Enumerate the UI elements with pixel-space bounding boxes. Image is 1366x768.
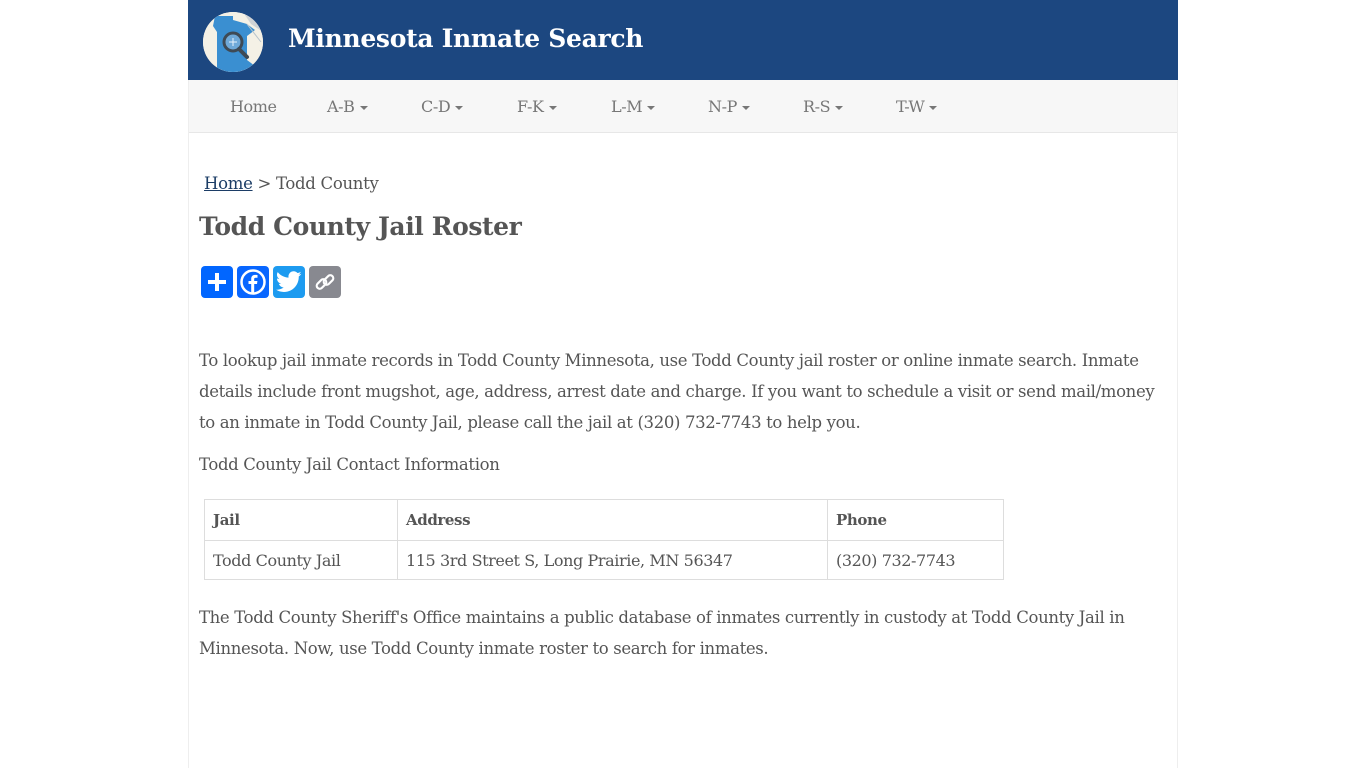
copy-link-button[interactable] [309,266,341,298]
breadcrumb: Home > Todd County [204,174,379,193]
caret-down-icon [647,105,656,110]
caret-down-icon [741,105,750,110]
share-buttons [201,266,341,298]
nav-item-t-w[interactable]: T-W [896,97,938,116]
caret-down-icon [929,105,938,110]
contact-table: Jail Address Phone Todd County Jail 115 … [204,499,1004,580]
twitter-share-button[interactable] [273,266,305,298]
table-row: Todd County Jail 115 3rd Street S, Long … [204,540,1004,580]
main-navbar: Home A-B C-D F-K L-M N-P R-S T-W [189,80,1177,133]
nav-item-label: C-D [421,97,451,116]
nav-item-a-b[interactable]: A-B [327,97,368,116]
nav-item-n-p[interactable]: N-P [708,97,750,116]
plus-icon [208,273,226,291]
caret-down-icon [835,105,844,110]
page-container: Minnesota Inmate Search Home A-B C-D F-K… [188,0,1178,768]
minnesota-map-magnifier-icon[interactable] [203,12,263,72]
jail-name-cell: Todd County Jail [204,540,398,580]
facebook-icon [240,269,266,295]
site-header: Minnesota Inmate Search [188,0,1178,80]
address-cell: 115 3rd Street S, Long Prairie, MN 56347 [397,540,828,580]
breadcrumb-current: Todd County [275,174,379,193]
phone-cell: (320) 732-7743 [827,540,1004,580]
facebook-share-button[interactable] [237,266,269,298]
page-title: Todd County Jail Roster [199,212,522,241]
column-header-phone: Phone [827,499,1004,541]
nav-item-label: R-S [803,97,831,116]
nav-item-label: N-P [708,97,737,116]
nav-item-l-m[interactable]: L-M [611,97,656,116]
column-header-jail: Jail [204,499,398,541]
nav-item-f-k[interactable]: F-K [517,97,557,116]
contact-info-heading: Todd County Jail Contact Information [199,455,500,474]
intro-paragraph: To lookup jail inmate records in Todd Co… [199,351,1155,432]
nav-item-label: Home [230,97,277,116]
breadcrumb-home-link[interactable]: Home [204,174,253,193]
caret-down-icon [455,105,464,110]
column-header-address: Address [397,499,828,541]
table-header-row: Jail Address Phone [204,499,1004,541]
closing-paragraph: The Todd County Sheriff's Office maintai… [199,608,1125,658]
nav-item-c-d[interactable]: C-D [421,97,464,116]
share-button[interactable] [201,266,233,298]
nav-item-label: L-M [611,97,643,116]
breadcrumb-separator: > [257,174,272,193]
caret-down-icon [359,105,368,110]
twitter-icon [276,271,302,292]
caret-down-icon [548,105,557,110]
nav-item-r-s[interactable]: R-S [803,97,844,116]
link-icon [315,274,335,290]
nav-item-label: A-B [327,97,355,116]
nav-item-label: T-W [896,97,925,116]
nav-item-label: F-K [517,97,544,116]
site-title[interactable]: Minnesota Inmate Search [288,24,643,53]
nav-item-home[interactable]: Home [230,97,277,116]
